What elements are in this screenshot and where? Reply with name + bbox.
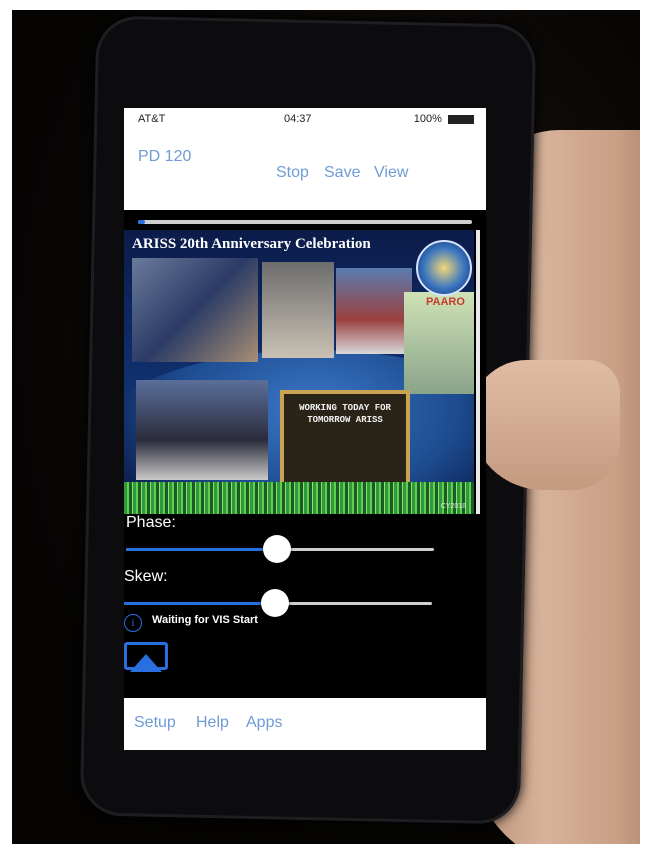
skew-slider-thumb[interactable] bbox=[260, 589, 289, 617]
photo-scene: AT&T 04:37 100% PD 120 Stop Save View AR… bbox=[0, 0, 652, 854]
battery-icon bbox=[448, 114, 474, 124]
phone-screen: AT&T 04:37 100% PD 120 Stop Save View AR… bbox=[124, 108, 486, 750]
phase-slider-thumb[interactable] bbox=[262, 535, 291, 563]
image-noise bbox=[124, 482, 474, 514]
thumb bbox=[470, 360, 620, 490]
help-button[interactable]: Help bbox=[196, 714, 229, 732]
frame-right bbox=[640, 0, 652, 854]
photo-station bbox=[262, 262, 334, 358]
carrier-label: AT&T bbox=[138, 113, 166, 125]
setup-button[interactable]: Setup bbox=[134, 714, 176, 732]
view-button[interactable]: View bbox=[374, 164, 408, 182]
airplay-button[interactable] bbox=[124, 642, 168, 672]
clock: 04:37 bbox=[284, 113, 312, 125]
apps-button[interactable]: Apps bbox=[246, 714, 282, 732]
frame-left bbox=[0, 0, 12, 854]
ariss-patch-icon bbox=[416, 240, 472, 296]
frame-top bbox=[0, 0, 652, 10]
sstv-image: ARISS 20th Anniversary Celebration PAARO… bbox=[124, 230, 474, 514]
photo-crew bbox=[336, 268, 412, 354]
status-bar: AT&T 04:37 100% bbox=[124, 108, 486, 130]
image-title: ARISS 20th Anniversary Celebration bbox=[132, 236, 371, 252]
photo-astronaut bbox=[132, 258, 258, 362]
frame-bottom bbox=[0, 844, 652, 854]
photo-group bbox=[136, 380, 268, 480]
progress-fill bbox=[138, 220, 145, 224]
bottom-toolbar: Setup Help Apps bbox=[124, 698, 486, 750]
callsign: CY2018 bbox=[440, 503, 466, 510]
phase-slider-fill bbox=[126, 548, 277, 551]
info-icon[interactable]: i bbox=[124, 614, 142, 632]
sign-board: WORKING TODAY FOR TOMORROW ARISS bbox=[280, 390, 410, 486]
stop-button[interactable]: Stop bbox=[276, 164, 309, 182]
phase-label: Phase: bbox=[126, 514, 176, 531]
airplay-triangle-icon bbox=[130, 654, 162, 672]
status-message: Waiting for VIS Start bbox=[152, 614, 258, 626]
save-button[interactable]: Save bbox=[324, 164, 360, 182]
sign-text: WORKING TODAY FOR TOMORROW ARISS bbox=[299, 403, 391, 425]
nav-bar: PD 120 Stop Save View bbox=[124, 130, 486, 210]
receive-progress bbox=[138, 220, 472, 224]
battery-percent: 100% bbox=[413, 113, 442, 125]
scrollbar[interactable] bbox=[476, 230, 480, 514]
battery-status: 100% bbox=[414, 113, 474, 125]
skew-label: Skew: bbox=[124, 568, 168, 585]
mode-button[interactable]: PD 120 bbox=[138, 148, 191, 166]
skew-slider-fill bbox=[124, 602, 275, 605]
patch-label: PAARO bbox=[426, 296, 465, 308]
